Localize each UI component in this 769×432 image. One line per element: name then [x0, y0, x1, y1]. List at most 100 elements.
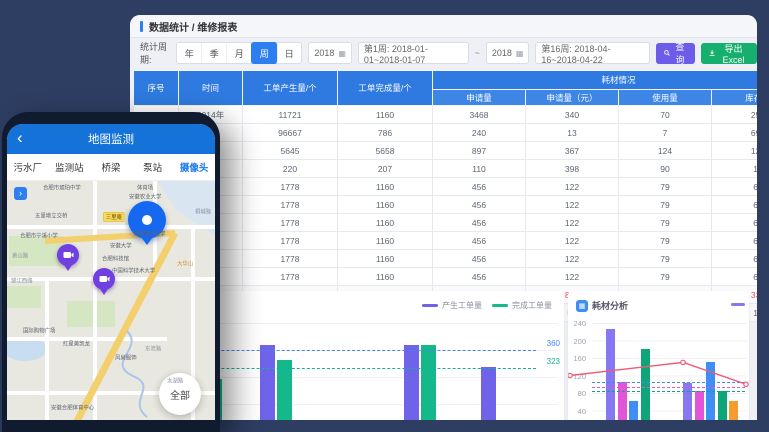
phone-mockup: ‹ 地图监测 污水厂监测站桥梁泵站摄像头 [2, 112, 220, 432]
legend-swatch [422, 304, 438, 307]
y-axis-tick: 120 [568, 372, 586, 381]
tab-桥梁[interactable]: 桥梁 [90, 160, 132, 174]
table-cell: 67 [712, 250, 758, 268]
bar [404, 345, 419, 420]
table-cell: 1160 [338, 214, 433, 232]
table-cell: 1778 [243, 196, 338, 214]
legend-item[interactable]: 产生工单量 [422, 300, 482, 311]
chart-icon: ▦ [576, 300, 588, 312]
table-cell: 67 [712, 178, 758, 196]
reference-label: 323 [547, 357, 560, 366]
year-start-select[interactable]: 2018 ▦ [308, 42, 352, 64]
map-view[interactable]: › 全部 合肥市琥珀中学体育场安徽农业大学五里墩立交桥三里庵合肥市宁溪小学安徽医… [7, 181, 215, 420]
table-cell: 690 [712, 124, 758, 142]
table-cell: 124 [619, 142, 712, 160]
table-row: 42202071103989019 [134, 160, 758, 178]
query-button[interactable]: 查询 [656, 43, 695, 64]
year-end-value: 2018 [492, 48, 512, 58]
table-row: 7177811604561227967 [134, 214, 758, 232]
bar [641, 349, 650, 420]
map-label: 黄山路 [12, 251, 28, 259]
table-cell: 250 [712, 106, 758, 124]
period-option-月[interactable]: 月 [227, 43, 252, 63]
download-icon [709, 49, 715, 57]
table-cell: 96667 [243, 124, 338, 142]
col-header-done: 工单完成量/个 [338, 71, 433, 106]
period-option-年[interactable]: 年 [177, 43, 202, 63]
map-label: 三里庵 [103, 212, 125, 222]
legend-label: 完成工单量 [512, 300, 552, 311]
map-label: 红星美凯龙 [63, 339, 90, 347]
col-header-created: 工单产生量/个 [243, 71, 338, 106]
table-cell: 122 [526, 232, 619, 250]
legend-item-partial[interactable] [731, 303, 745, 306]
camera-icon [63, 251, 74, 259]
tab-监测站[interactable]: 监测站 [49, 160, 91, 174]
marker-tail [141, 237, 153, 245]
filter-bar: 统计周期: 年季月周日 2018 ▦ 第1周: 2018-01-01~2018-… [130, 38, 757, 66]
table-cell: 67 [712, 214, 758, 232]
map-label: 安徽大学 [110, 241, 132, 249]
table-cell: 90 [619, 160, 712, 178]
table-cell: 67 [712, 232, 758, 250]
map-label: 东流路 [145, 344, 161, 352]
calendar-icon: ▦ [338, 49, 346, 58]
table-cell: 122 [526, 196, 619, 214]
camera-icon [99, 275, 110, 283]
camera-marker[interactable] [57, 244, 79, 266]
bar [629, 401, 638, 420]
week-end-input[interactable]: 第16周: 2018-04-16~2018-04-22 [535, 42, 650, 64]
table-cell: 1160 [338, 268, 433, 286]
reference-line [592, 391, 745, 392]
map-label: 合肥市宁溪小学 [20, 231, 58, 239]
table-cell: 456 [433, 268, 526, 286]
map-label: 合肥科技馆 [102, 254, 129, 262]
reference-line [592, 387, 745, 388]
table-cell: 1160 [338, 106, 433, 124]
legend-label: 产生工单量 [442, 300, 482, 311]
breadcrumb: 数据统计 / 维修报表 [149, 19, 237, 34]
period-option-日[interactable]: 日 [277, 43, 301, 63]
expand-map-button[interactable]: › [14, 187, 27, 200]
table-cell: 13 [526, 124, 619, 142]
table-cell: 240 [433, 124, 526, 142]
table-cell: 367 [526, 142, 619, 160]
table-cell: 122 [526, 214, 619, 232]
export-excel-button[interactable]: 导出Excel [701, 43, 757, 64]
chart-legend: 产生工单量 完成工单量 [422, 300, 552, 311]
period-option-周[interactable]: 周 [251, 42, 278, 64]
tab-摄像头[interactable]: 摄像头 [173, 160, 215, 174]
table-cell: 786 [338, 124, 433, 142]
table-cell: 5645 [243, 142, 338, 160]
table-cell: 70 [619, 106, 712, 124]
table-cell: 456 [433, 250, 526, 268]
table-cell: 11721 [243, 106, 338, 124]
y-axis-tick: 160 [568, 354, 586, 363]
tab-污水厂[interactable]: 污水厂 [7, 160, 49, 174]
y-axis-tick: 40 [568, 407, 586, 416]
table-cell: 1778 [243, 232, 338, 250]
table-cell: 456 [433, 196, 526, 214]
table-row: 9177811604561227967 [134, 250, 758, 268]
bar [683, 383, 692, 420]
tab-泵站[interactable]: 泵站 [132, 160, 174, 174]
table-cell: 79 [619, 214, 712, 232]
table-cell: 67 [712, 196, 758, 214]
legend-item[interactable]: 完成工单量 [492, 300, 552, 311]
y-axis-tick: 80 [568, 389, 586, 398]
week-start-input[interactable]: 第1周: 2018-01-01~2018-01-07 [358, 42, 469, 64]
table-cell: 129 [712, 142, 758, 160]
sub-col-1: 申请量（元） [526, 90, 619, 106]
period-segmented-control: 年季月周日 [176, 42, 302, 64]
map-label: 太湖路 [167, 376, 183, 384]
back-icon[interactable]: ‹ [17, 128, 23, 148]
map-label: 安徽农业大学 [129, 192, 161, 200]
table-cell: 1160 [338, 250, 433, 268]
table-cell: 897 [433, 142, 526, 160]
table-cell: 79 [619, 268, 712, 286]
bar [718, 391, 727, 420]
year-end-select[interactable]: 2018 ▦ [486, 42, 530, 64]
period-option-季[interactable]: 季 [202, 43, 227, 63]
map-label: 大华山 [177, 259, 193, 267]
search-icon [664, 49, 670, 57]
